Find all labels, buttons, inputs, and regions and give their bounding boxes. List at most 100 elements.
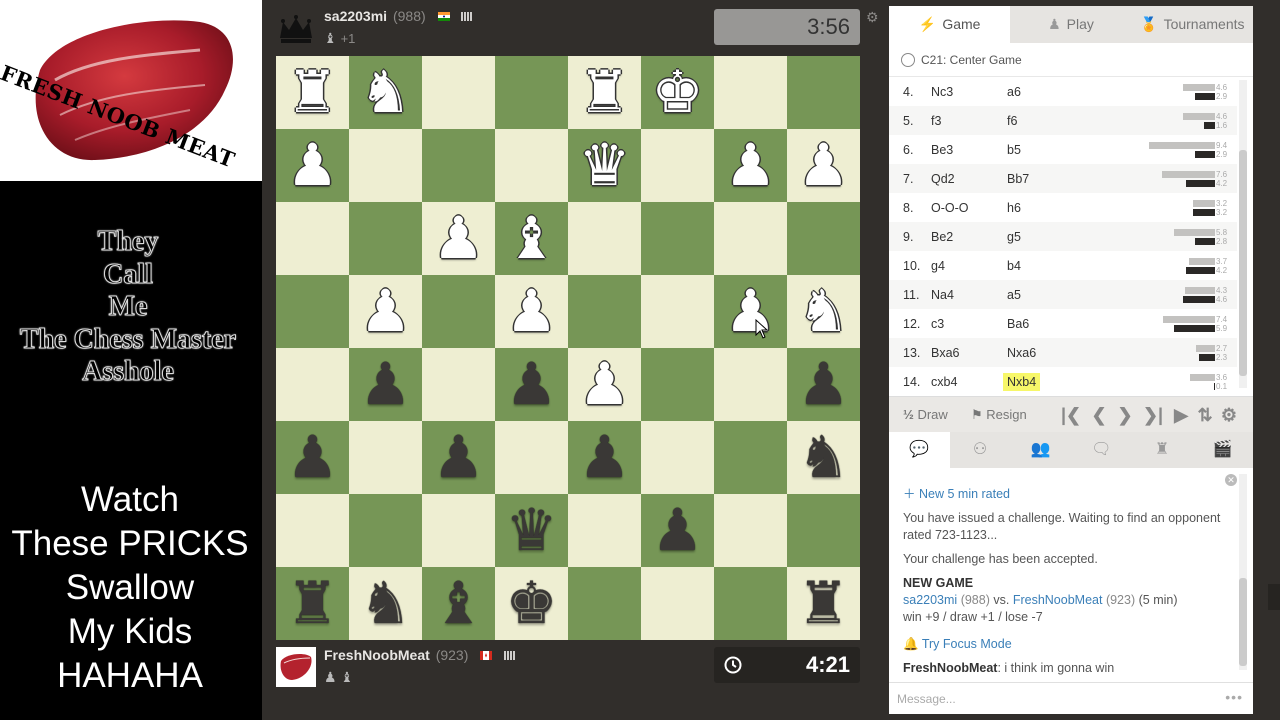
flip-board-icon[interactable]: ⇅ <box>1193 397 1217 433</box>
white-pawn-icon[interactable]: ♟ <box>349 275 422 348</box>
settings-gear-icon[interactable]: ⚙ <box>1217 397 1241 433</box>
board-square[interactable] <box>568 202 641 275</box>
black-move[interactable]: f6 <box>1003 112 1021 130</box>
board-square[interactable]: ♟ <box>568 348 641 421</box>
board-square[interactable]: ♞ <box>787 421 860 494</box>
board-square[interactable] <box>422 348 495 421</box>
white-knight-icon[interactable]: ♞ <box>787 275 860 348</box>
white-pawn-icon[interactable]: ♟ <box>714 275 787 348</box>
board-square[interactable] <box>641 129 714 202</box>
board-square[interactable] <box>349 129 422 202</box>
white-move[interactable]: O-O-O <box>931 201 969 215</box>
draw-button[interactable]: ½ Draw <box>903 397 948 433</box>
board-square[interactable] <box>422 129 495 202</box>
board-square[interactable] <box>495 56 568 129</box>
board-square[interactable] <box>422 494 495 567</box>
black-move[interactable]: b4 <box>1003 257 1025 275</box>
white-move[interactable]: c3 <box>931 317 944 331</box>
white-rook-icon[interactable]: ♜ <box>276 56 349 129</box>
scroll-thumb[interactable] <box>1239 578 1247 666</box>
board-square[interactable]: ♟ <box>641 494 714 567</box>
board-square[interactable]: ♟ <box>276 129 349 202</box>
board-square[interactable]: ♜ <box>276 56 349 129</box>
white-move[interactable]: cxb4 <box>931 375 957 389</box>
black-king-icon[interactable]: ♚ <box>495 567 568 640</box>
first-move-icon[interactable]: |❮ <box>1059 397 1083 433</box>
previous-move-icon[interactable]: ❮ <box>1087 397 1111 433</box>
black-move[interactable]: Ba6 <box>1003 315 1033 333</box>
new-game-link[interactable]: ＋ New 5 min rated <box>903 486 1233 503</box>
board-square[interactable] <box>641 275 714 348</box>
tab-game[interactable]: ⚡ Game <box>889 6 1011 43</box>
clapperboard-icon[interactable]: 🎬 <box>1192 432 1253 468</box>
tab-tournaments[interactable]: 🏅 Tournaments <box>1132 6 1253 43</box>
message-input[interactable] <box>897 689 1197 709</box>
black-rook-icon[interactable]: ♜ <box>787 567 860 640</box>
board-square[interactable]: ♟ <box>422 202 495 275</box>
white-knight-icon[interactable]: ♞ <box>349 56 422 129</box>
messages-icon[interactable]: 🗨 <box>1071 432 1132 468</box>
board-square[interactable]: ♜ <box>568 56 641 129</box>
board-square[interactable]: ♟ <box>787 348 860 421</box>
board-square[interactable] <box>641 567 714 640</box>
white-move[interactable]: Be3 <box>931 143 953 157</box>
board-square[interactable]: ♞ <box>349 56 422 129</box>
board-square[interactable]: ♝ <box>495 202 568 275</box>
black-pawn-icon[interactable]: ♟ <box>495 348 568 421</box>
white-rook-icon[interactable]: ♜ <box>568 56 641 129</box>
board-square[interactable]: ♞ <box>349 567 422 640</box>
bottom-player-username[interactable]: FreshNoobMeat <box>324 647 430 663</box>
board-square[interactable] <box>495 129 568 202</box>
chat-author[interactable]: FreshNoobMeat <box>903 661 997 675</box>
next-move-icon[interactable]: ❯ <box>1113 397 1137 433</box>
chat-scrollbar[interactable] <box>1239 474 1247 670</box>
board-square[interactable] <box>641 348 714 421</box>
board-square[interactable] <box>276 202 349 275</box>
black-move[interactable]: g5 <box>1003 228 1025 246</box>
black-bishop-icon[interactable]: ♝ <box>422 567 495 640</box>
board-square[interactable]: ♜ <box>787 567 860 640</box>
board-square[interactable]: ♟ <box>349 348 422 421</box>
board-square[interactable]: ♟ <box>495 275 568 348</box>
board-square[interactable] <box>276 494 349 567</box>
more-options-icon[interactable]: ••• <box>1225 689 1243 705</box>
board-square[interactable] <box>495 421 568 494</box>
top-player-username[interactable]: sa2203mi <box>324 8 387 24</box>
board-square[interactable]: ♞ <box>787 275 860 348</box>
black-pawn-icon[interactable]: ♟ <box>276 421 349 494</box>
board-square[interactable]: ♝ <box>422 567 495 640</box>
white-bishop-icon[interactable]: ♝ <box>495 202 568 275</box>
resign-button[interactable]: ⚑ Resign <box>971 397 1027 433</box>
white-pawn-icon[interactable]: ♟ <box>787 129 860 202</box>
board-square[interactable] <box>714 421 787 494</box>
board-square[interactable]: ♜ <box>276 567 349 640</box>
board-square[interactable] <box>568 275 641 348</box>
leaderboard-icon[interactable]: ♜ <box>1132 432 1193 468</box>
black-pawn-icon[interactable]: ♟ <box>349 348 422 421</box>
board-square[interactable] <box>641 202 714 275</box>
p2-link[interactable]: FreshNoobMeat <box>1013 593 1103 607</box>
black-rook-icon[interactable]: ♜ <box>276 567 349 640</box>
board-square[interactable] <box>422 275 495 348</box>
black-knight-icon[interactable]: ♞ <box>349 567 422 640</box>
board-square[interactable]: ♟ <box>422 421 495 494</box>
play-icon[interactable]: ▶ <box>1169 397 1193 433</box>
black-queen-icon[interactable]: ♛ <box>495 494 568 567</box>
board-square[interactable]: ♟ <box>714 129 787 202</box>
board-square[interactable]: ♛ <box>568 129 641 202</box>
p1-link[interactable]: sa2203mi <box>903 593 957 607</box>
board-square[interactable] <box>641 421 714 494</box>
black-pawn-icon[interactable]: ♟ <box>787 348 860 421</box>
board-square[interactable] <box>714 348 787 421</box>
board-square[interactable] <box>787 202 860 275</box>
board-square[interactable]: ♟ <box>495 348 568 421</box>
board-square[interactable] <box>787 494 860 567</box>
black-move[interactable]: Bb7 <box>1003 170 1033 188</box>
board-square[interactable] <box>349 421 422 494</box>
board-square[interactable] <box>714 202 787 275</box>
white-move[interactable]: g4 <box>931 259 945 273</box>
board-square[interactable] <box>714 56 787 129</box>
board-square[interactable] <box>714 494 787 567</box>
board-square[interactable] <box>787 56 860 129</box>
scroll-thumb[interactable] <box>1239 150 1247 376</box>
